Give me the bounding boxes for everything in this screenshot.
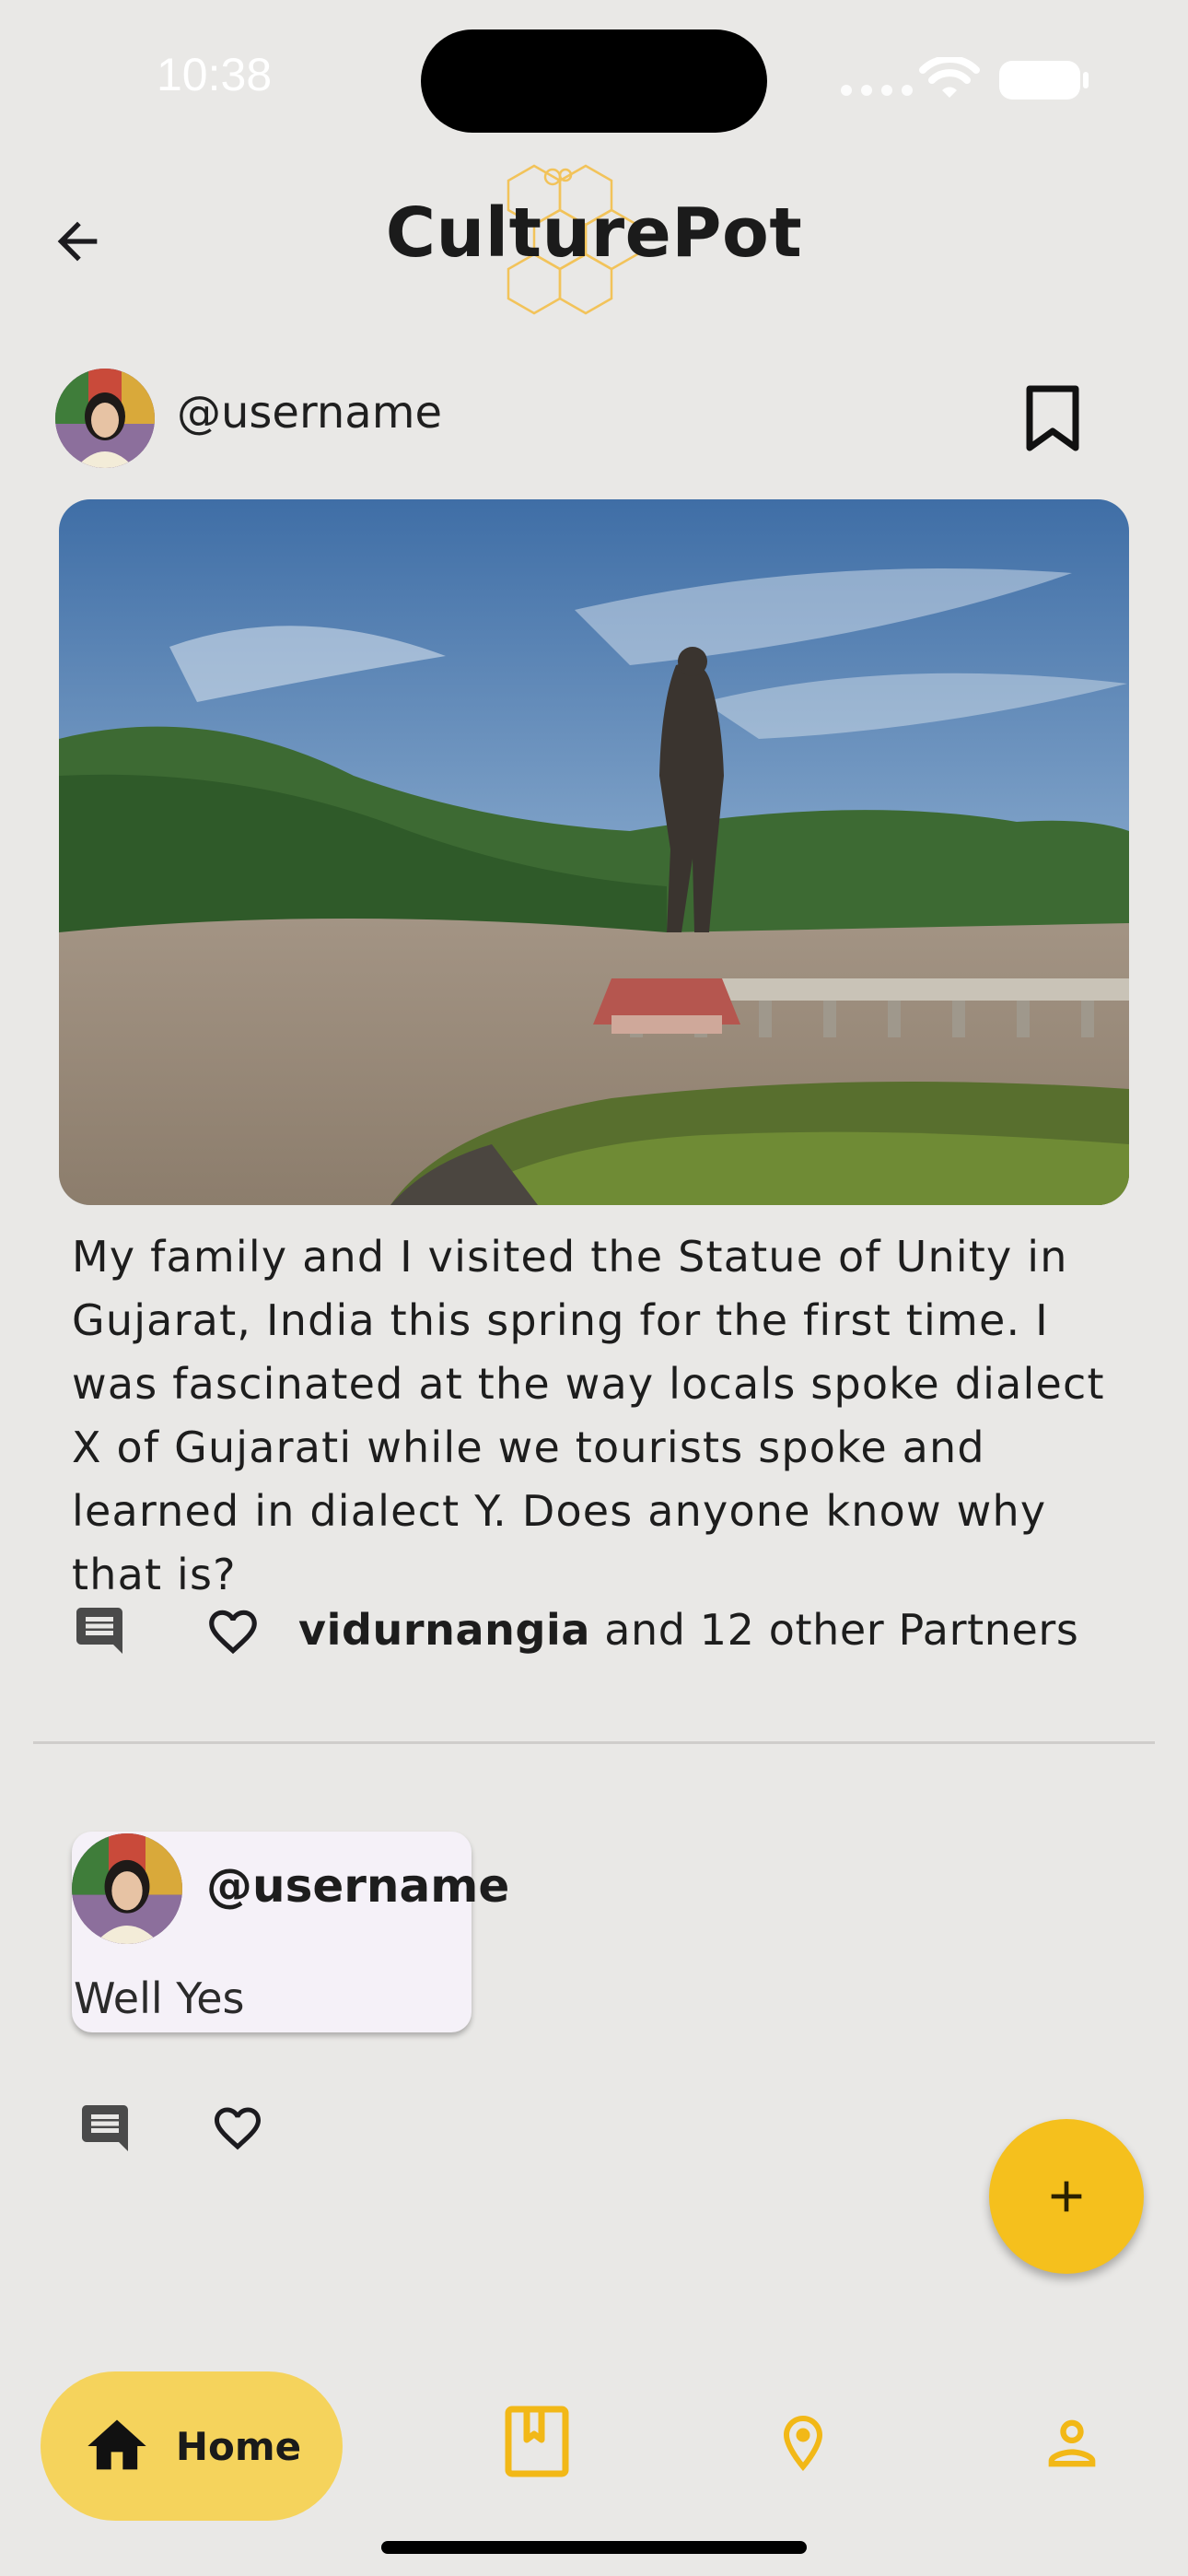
- post-author-avatar[interactable]: [55, 369, 155, 468]
- app-title: CulturePot: [385, 193, 803, 273]
- nav-home-tab[interactable]: Home: [41, 2371, 343, 2521]
- nav-book-icon[interactable]: [503, 2405, 571, 2478]
- post-image[interactable]: [59, 499, 1129, 1205]
- bookmark-icon[interactable]: [1022, 385, 1083, 453]
- nav-profile-icon[interactable]: [1037, 2408, 1107, 2478]
- dynamic-island: [421, 29, 767, 133]
- plus-icon: [1051, 2181, 1082, 2212]
- battery-icon: [999, 61, 1080, 100]
- liked-by-username[interactable]: vidurnangia: [298, 1605, 590, 1655]
- comment-icon[interactable]: [72, 1603, 127, 1658]
- comment-username[interactable]: @username: [206, 1859, 509, 1913]
- add-post-button[interactable]: [989, 2119, 1144, 2274]
- wifi-icon: [919, 57, 980, 98]
- liked-by-count: and 12 other Partners: [590, 1605, 1079, 1655]
- nav-home-label: Home: [175, 2423, 302, 2469]
- status-time: 10:38: [157, 49, 273, 100]
- cellular-signal-icon: [841, 85, 913, 96]
- likes-summary[interactable]: vidurnangia and 12 other Partners: [298, 1605, 1078, 1655]
- home-icon: [87, 2419, 146, 2470]
- battery-cap: [1083, 72, 1089, 88]
- reply-comment-icon[interactable]: [77, 2101, 133, 2156]
- like-heart-icon[interactable]: [204, 1603, 262, 1660]
- home-indicator: [381, 2541, 807, 2554]
- divider: [33, 1741, 1155, 1744]
- nav-location-pin-icon[interactable]: [770, 2406, 836, 2480]
- post-username[interactable]: @username: [177, 387, 442, 439]
- post-caption: My family and I visited the Statue of Un…: [72, 1232, 1105, 1599]
- comment-actions: [77, 2101, 298, 2165]
- comment-like-heart-icon[interactable]: [210, 2101, 265, 2156]
- comment-text: Well Yes: [74, 1973, 245, 2023]
- comment-author-avatar[interactable]: [72, 1833, 182, 1944]
